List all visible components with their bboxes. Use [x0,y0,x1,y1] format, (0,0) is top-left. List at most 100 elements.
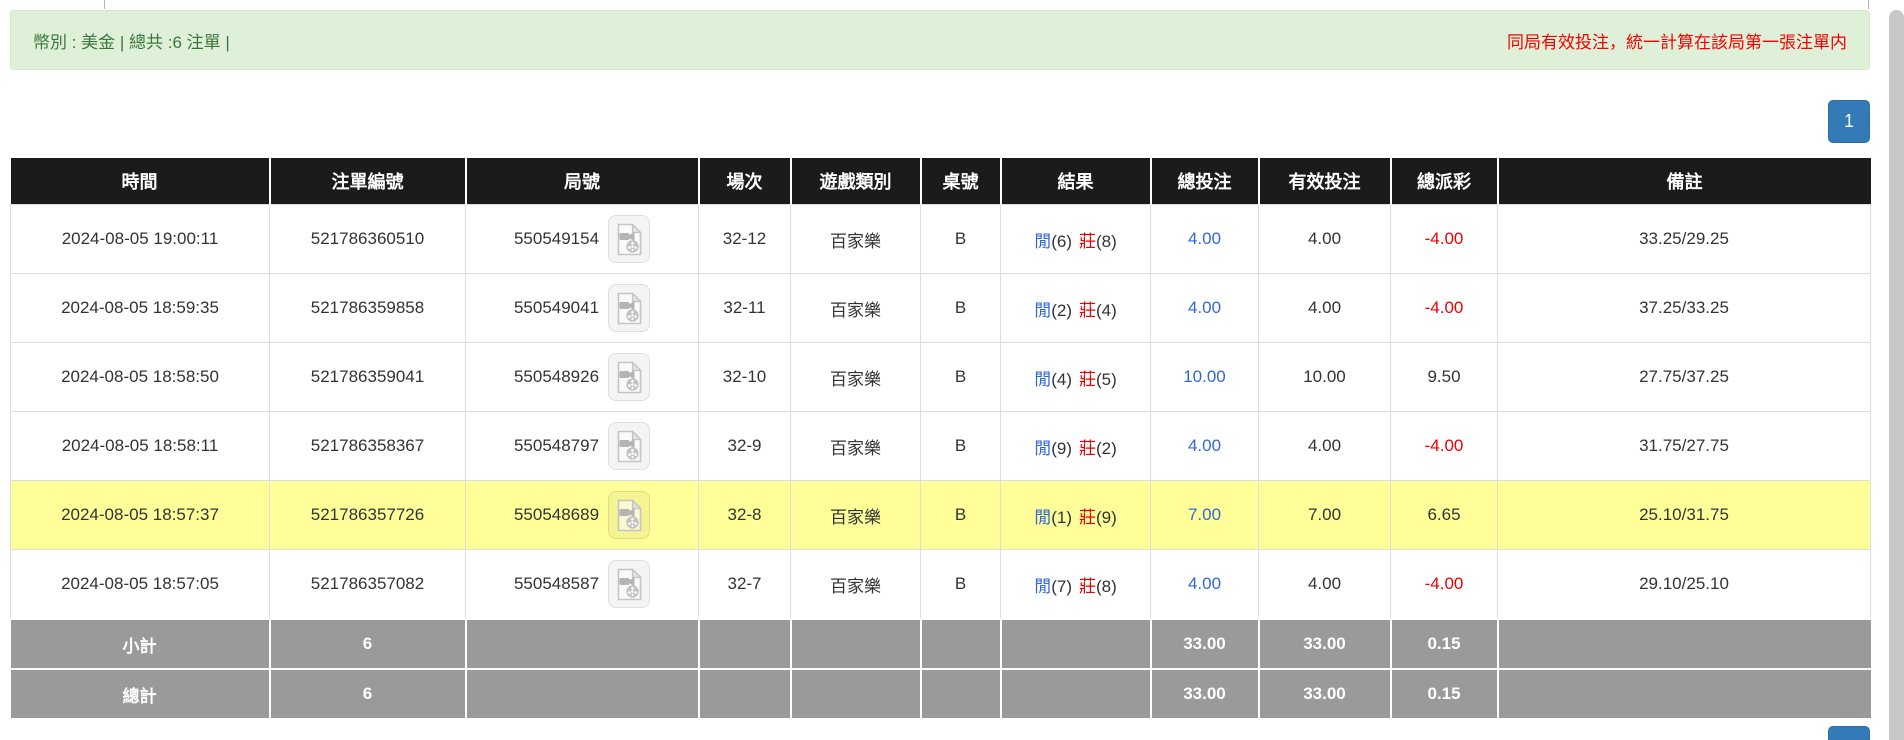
total-bet-link[interactable]: 4.00 [1188,229,1221,248]
currency-total-summary: 幣別 : 美金 | 總共 :6 注單 | [33,32,230,52]
total-bet-link[interactable]: 4.00 [1188,574,1221,593]
result-banker-score: (5) [1096,369,1117,389]
cell-table-no: B [920,411,1001,481]
cell-total-bet: 4.00 [1150,549,1259,620]
cell-time: 2024-08-05 18:57:37 [10,480,270,550]
col-header-round-id: 局號 [464,158,699,205]
footer-empty-cell [464,668,700,718]
col-header-session: 場次 [697,158,791,205]
result-player-score: (7) [1051,576,1072,596]
result-banker-label: 莊 [1079,369,1096,389]
cell-result: 閒(6) 莊(8) [1000,204,1151,274]
round-video-replay-button[interactable] [608,215,651,263]
pagination-page-1-top[interactable]: 1 [1828,100,1870,143]
subtotal-payout: 0.15 [1389,618,1499,670]
cell-remark: 25.10/31.75 [1497,480,1871,550]
result-player-label: 閒 [1034,369,1052,389]
cell-session: 32-12 [698,204,791,274]
cell-bet-id: 521786359858 [269,273,466,343]
footer-empty-cell [789,618,922,670]
result-banker-score: (2) [1096,438,1117,458]
subtotal-total-bet: 33.00 [1149,618,1260,670]
cell-session: 32-11 [698,273,791,343]
result-player-score: (1) [1051,507,1072,527]
cell-total-bet: 4.00 [1150,204,1259,274]
round-id-text: 550549041 [513,298,600,317]
cell-valid-bet: 4.00 [1258,549,1391,620]
subtotal-label: 小計 [10,618,271,670]
round-video-replay-button[interactable] [608,284,651,332]
cell-result: 閒(2) 莊(4) [1000,273,1151,343]
cell-remark: 27.75/37.25 [1497,342,1871,412]
total-bet-link[interactable]: 10.00 [1183,367,1226,386]
cell-round-id: 550548587 [465,549,699,620]
pagination-page-1-bottom[interactable]: 1 [1828,726,1870,740]
cell-remark: 33.25/29.25 [1497,204,1871,274]
cell-payout: 9.50 [1390,342,1498,412]
video-file-icon [617,222,642,255]
result-banker-label: 莊 [1079,576,1096,596]
payout-value: -4.00 [1424,436,1464,455]
cell-time: 2024-08-05 18:57:05 [10,549,270,620]
footer-empty-cell [697,618,792,670]
total-bet-link[interactable]: 4.00 [1188,298,1221,317]
video-file-icon [617,498,642,531]
result-player-score: (6) [1051,231,1072,251]
result-banker-label: 莊 [1079,438,1096,458]
cell-session: 32-8 [698,480,791,550]
footer-empty-cell [1496,618,1871,670]
cell-session: 32-10 [698,342,791,412]
col-header-payout: 總派彩 [1389,158,1498,205]
cell-payout: -4.00 [1390,273,1498,343]
round-video-replay-button[interactable] [608,560,651,608]
cell-total-bet: 7.00 [1150,480,1259,550]
vertical-scrollbar-thumb[interactable] [1889,10,1904,740]
result-banker-score: (4) [1096,300,1117,320]
cell-table-no: B [920,342,1001,412]
footer-empty-cell [919,668,1002,718]
footer-empty-cell [1496,668,1871,718]
col-header-total-bet: 總投注 [1149,158,1259,205]
grand-total-count: 6 [268,668,467,718]
footer-empty-cell [999,618,1152,670]
footer-empty-cell [789,668,922,718]
table-row: 2024-08-05 18:57:37 521786357726 5505486… [10,480,1871,550]
cell-time: 2024-08-05 18:58:11 [10,411,270,481]
round-video-replay-button[interactable] [608,353,651,401]
round-id-text: 550549154 [513,229,600,248]
table-row: 2024-08-05 18:57:05 521786357082 5505485… [10,549,1871,620]
cell-remark: 29.10/25.10 [1497,549,1871,620]
table-row: 2024-08-05 18:58:11 521786358367 5505487… [10,411,1871,481]
grand-total-payout: 0.15 [1389,668,1499,718]
round-video-replay-button[interactable] [608,422,651,470]
payout-value: 9.50 [1427,367,1461,386]
cell-total-bet: 10.00 [1150,342,1259,412]
result-player-score: (4) [1051,369,1072,389]
grand-total-total-bet: 33.00 [1149,668,1260,718]
cell-game-type: 百家樂 [790,480,921,550]
result-banker-label: 莊 [1079,231,1096,251]
total-bet-link[interactable]: 7.00 [1188,505,1221,524]
cell-remark: 37.25/33.25 [1497,273,1871,343]
cell-bet-id: 521786357082 [269,549,466,620]
cell-valid-bet: 4.00 [1258,204,1391,274]
round-video-replay-button[interactable] [608,491,651,539]
cell-time: 2024-08-05 18:59:35 [10,273,270,343]
cell-remark: 31.75/27.75 [1497,411,1871,481]
cell-bet-id: 521786357726 [269,480,466,550]
cell-table-no: B [920,480,1001,550]
table-row: 2024-08-05 19:00:11 521786360510 5505491… [10,204,1871,274]
col-header-valid-bet: 有效投注 [1257,158,1391,205]
result-banker-score: (9) [1096,507,1117,527]
cell-session: 32-9 [698,411,791,481]
valid-bet-notice: 同局有效投注，統一計算在該局第一張注單内 [1507,32,1847,52]
cell-bet-id: 521786358367 [269,411,466,481]
result-banker-score: (8) [1096,231,1117,251]
cell-total-bet: 4.00 [1150,273,1259,343]
cell-game-type: 百家樂 [790,204,921,274]
cell-bet-id: 521786360510 [269,204,466,274]
total-bet-link[interactable]: 4.00 [1188,436,1221,455]
cell-valid-bet: 4.00 [1258,273,1391,343]
video-file-icon [617,567,642,600]
footer-empty-cell [919,618,1002,670]
